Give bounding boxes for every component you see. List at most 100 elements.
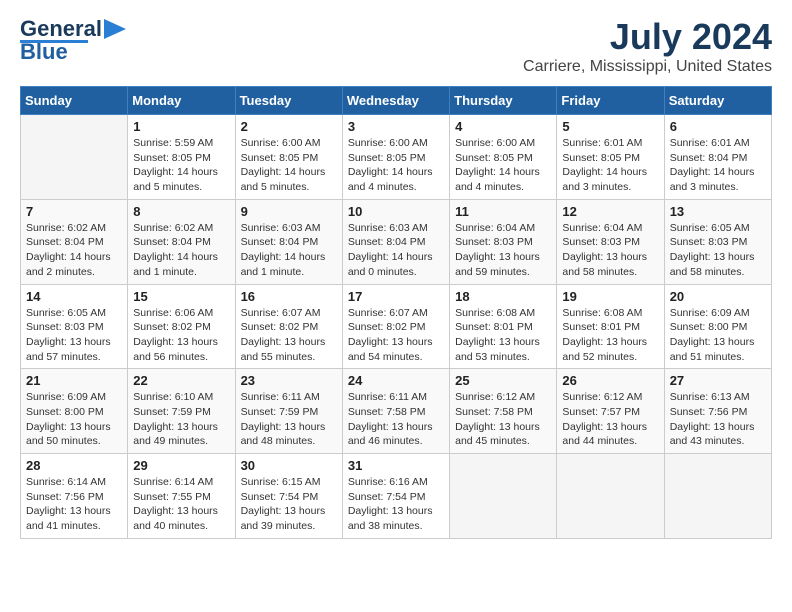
calendar-week-row: 28 Sunrise: 6:14 AMSunset: 7:56 PMDayligh… xyxy=(21,454,772,539)
day-info: Sunrise: 6:08 AMSunset: 8:01 PMDaylight:… xyxy=(562,306,658,365)
day-number: 31 xyxy=(348,458,444,473)
calendar-cell: 20 Sunrise: 6:09 AMSunset: 8:00 PMDayligh… xyxy=(664,284,771,369)
calendar-cell: 16Sunrise: 6:07 AMSunset: 8:02 PMDayligh… xyxy=(235,284,342,369)
day-number: 24 xyxy=(348,373,444,388)
calendar-cell: 21 Sunrise: 6:09 AMSunset: 8:00 PMDayligh… xyxy=(21,369,128,454)
day-number: 11 xyxy=(455,204,551,219)
day-of-week-header: Thursday xyxy=(450,87,557,115)
calendar-week-row: 1 Sunrise: 5:59 AMSunset: 8:05 PMDaylight… xyxy=(21,115,772,200)
day-info: Sunrise: 6:16 AMSunset: 7:54 PMDaylight:… xyxy=(348,475,444,534)
calendar-cell: 31 Sunrise: 6:16 AMSunset: 7:54 PMDayligh… xyxy=(342,454,449,539)
calendar-cell xyxy=(450,454,557,539)
day-number: 30 xyxy=(241,458,337,473)
day-info: Sunrise: 6:13 AMSunset: 7:56 PMDaylight:… xyxy=(670,390,766,449)
day-number: 28 xyxy=(26,458,122,473)
calendar-cell: 12 Sunrise: 6:04 AMSunset: 8:03 PMDayligh… xyxy=(557,199,664,284)
calendar-title: July 2024 xyxy=(523,16,772,58)
calendar-cell: 27Sunrise: 6:13 AMSunset: 7:56 PMDayligh… xyxy=(664,369,771,454)
day-number: 25 xyxy=(455,373,551,388)
calendar-cell xyxy=(557,454,664,539)
calendar-cell: 3 Sunrise: 6:00 AMSunset: 8:05 PMDaylight… xyxy=(342,115,449,200)
day-number: 9 xyxy=(241,204,337,219)
calendar-subtitle: Carriere, Mississippi, United States xyxy=(523,58,772,76)
day-of-week-header: Wednesday xyxy=(342,87,449,115)
calendar-cell: 25Sunrise: 6:12 AMSunset: 7:58 PMDayligh… xyxy=(450,369,557,454)
day-info: Sunrise: 6:01 AMSunset: 8:05 PMDaylight:… xyxy=(562,136,658,195)
day-info: Sunrise: 6:09 AMSunset: 8:00 PMDaylight:… xyxy=(26,390,122,449)
day-info: Sunrise: 6:02 AMSunset: 8:04 PMDaylight:… xyxy=(133,221,229,280)
day-info: Sunrise: 6:11 AMSunset: 7:59 PMDaylight:… xyxy=(241,390,337,449)
calendar-cell: 23Sunrise: 6:11 AMSunset: 7:59 PMDayligh… xyxy=(235,369,342,454)
day-number: 1 xyxy=(133,119,229,134)
calendar-week-row: 21 Sunrise: 6:09 AMSunset: 8:00 PMDayligh… xyxy=(21,369,772,454)
day-info: Sunrise: 6:07 AMSunset: 8:02 PMDaylight:… xyxy=(348,306,444,365)
day-number: 4 xyxy=(455,119,551,134)
day-info: Sunrise: 6:09 AMSunset: 8:00 PMDaylight:… xyxy=(670,306,766,365)
day-number: 15 xyxy=(133,289,229,304)
calendar-cell: 19 Sunrise: 6:08 AMSunset: 8:01 PMDayligh… xyxy=(557,284,664,369)
day-info: Sunrise: 5:59 AMSunset: 8:05 PMDaylight:… xyxy=(133,136,229,195)
calendar-cell: 8 Sunrise: 6:02 AMSunset: 8:04 PMDaylight… xyxy=(128,199,235,284)
calendar-cell: 17 Sunrise: 6:07 AMSunset: 8:02 PMDayligh… xyxy=(342,284,449,369)
logo: General Blue xyxy=(20,16,126,65)
day-number: 12 xyxy=(562,204,658,219)
day-info: Sunrise: 6:06 AMSunset: 8:02 PMDaylight:… xyxy=(133,306,229,365)
calendar-cell: 24Sunrise: 6:11 AMSunset: 7:58 PMDayligh… xyxy=(342,369,449,454)
calendar-cell: 26 Sunrise: 6:12 AMSunset: 7:57 PMDayligh… xyxy=(557,369,664,454)
day-number: 20 xyxy=(670,289,766,304)
day-info: Sunrise: 6:02 AMSunset: 8:04 PMDaylight:… xyxy=(26,221,122,280)
calendar-cell: 1 Sunrise: 5:59 AMSunset: 8:05 PMDaylight… xyxy=(128,115,235,200)
day-of-week-header: Tuesday xyxy=(235,87,342,115)
day-number: 26 xyxy=(562,373,658,388)
day-number: 10 xyxy=(348,204,444,219)
page-header: General Blue July 2024 Carriere, Mississ… xyxy=(20,16,772,76)
calendar-cell: 2 Sunrise: 6:00 AMSunset: 8:05 PMDaylight… xyxy=(235,115,342,200)
day-number: 8 xyxy=(133,204,229,219)
calendar-cell: 18Sunrise: 6:08 AMSunset: 8:01 PMDayligh… xyxy=(450,284,557,369)
day-number: 29 xyxy=(133,458,229,473)
day-of-week-header: Saturday xyxy=(664,87,771,115)
day-number: 5 xyxy=(562,119,658,134)
day-info: Sunrise: 6:14 AMSunset: 7:55 PMDaylight:… xyxy=(133,475,229,534)
calendar-cell: 22Sunrise: 6:10 AMSunset: 7:59 PMDayligh… xyxy=(128,369,235,454)
day-info: Sunrise: 6:14 AMSunset: 7:56 PMDaylight:… xyxy=(26,475,122,534)
day-info: Sunrise: 6:05 AMSunset: 8:03 PMDaylight:… xyxy=(26,306,122,365)
calendar-cell: 9 Sunrise: 6:03 AMSunset: 8:04 PMDaylight… xyxy=(235,199,342,284)
calendar-week-row: 14Sunrise: 6:05 AMSunset: 8:03 PMDayligh… xyxy=(21,284,772,369)
day-number: 2 xyxy=(241,119,337,134)
calendar-cell: 5 Sunrise: 6:01 AMSunset: 8:05 PMDaylight… xyxy=(557,115,664,200)
day-of-week-header: Sunday xyxy=(21,87,128,115)
calendar-cell: 28 Sunrise: 6:14 AMSunset: 7:56 PMDayligh… xyxy=(21,454,128,539)
day-info: Sunrise: 6:10 AMSunset: 7:59 PMDaylight:… xyxy=(133,390,229,449)
calendar-cell: 6Sunrise: 6:01 AMSunset: 8:04 PMDaylight… xyxy=(664,115,771,200)
calendar-cell xyxy=(21,115,128,200)
logo-text-blue: Blue xyxy=(20,39,68,65)
day-number: 16 xyxy=(241,289,337,304)
day-number: 3 xyxy=(348,119,444,134)
day-info: Sunrise: 6:15 AMSunset: 7:54 PMDaylight:… xyxy=(241,475,337,534)
day-of-week-header: Friday xyxy=(557,87,664,115)
day-info: Sunrise: 6:04 AMSunset: 8:03 PMDaylight:… xyxy=(455,221,551,280)
day-number: 21 xyxy=(26,373,122,388)
day-number: 17 xyxy=(348,289,444,304)
calendar-cell: 4Sunrise: 6:00 AMSunset: 8:05 PMDaylight… xyxy=(450,115,557,200)
day-info: Sunrise: 6:03 AMSunset: 8:04 PMDaylight:… xyxy=(241,221,337,280)
calendar-cell: 29 Sunrise: 6:14 AMSunset: 7:55 PMDayligh… xyxy=(128,454,235,539)
day-number: 19 xyxy=(562,289,658,304)
day-info: Sunrise: 6:12 AMSunset: 7:57 PMDaylight:… xyxy=(562,390,658,449)
day-number: 7 xyxy=(26,204,122,219)
day-info: Sunrise: 6:08 AMSunset: 8:01 PMDaylight:… xyxy=(455,306,551,365)
day-info: Sunrise: 6:04 AMSunset: 8:03 PMDaylight:… xyxy=(562,221,658,280)
calendar-cell xyxy=(664,454,771,539)
day-info: Sunrise: 6:05 AMSunset: 8:03 PMDaylight:… xyxy=(670,221,766,280)
day-number: 13 xyxy=(670,204,766,219)
calendar-header-row: SundayMondayTuesdayWednesdayThursdayFrid… xyxy=(21,87,772,115)
day-info: Sunrise: 6:01 AMSunset: 8:04 PMDaylight:… xyxy=(670,136,766,195)
day-info: Sunrise: 6:00 AMSunset: 8:05 PMDaylight:… xyxy=(241,136,337,195)
calendar-cell: 10Sunrise: 6:03 AMSunset: 8:04 PMDayligh… xyxy=(342,199,449,284)
calendar-cell: 15 Sunrise: 6:06 AMSunset: 8:02 PMDayligh… xyxy=(128,284,235,369)
calendar-cell: 30 Sunrise: 6:15 AMSunset: 7:54 PMDayligh… xyxy=(235,454,342,539)
day-info: Sunrise: 6:00 AMSunset: 8:05 PMDaylight:… xyxy=(348,136,444,195)
calendar-cell: 14Sunrise: 6:05 AMSunset: 8:03 PMDayligh… xyxy=(21,284,128,369)
calendar-cell: 7 Sunrise: 6:02 AMSunset: 8:04 PMDaylight… xyxy=(21,199,128,284)
